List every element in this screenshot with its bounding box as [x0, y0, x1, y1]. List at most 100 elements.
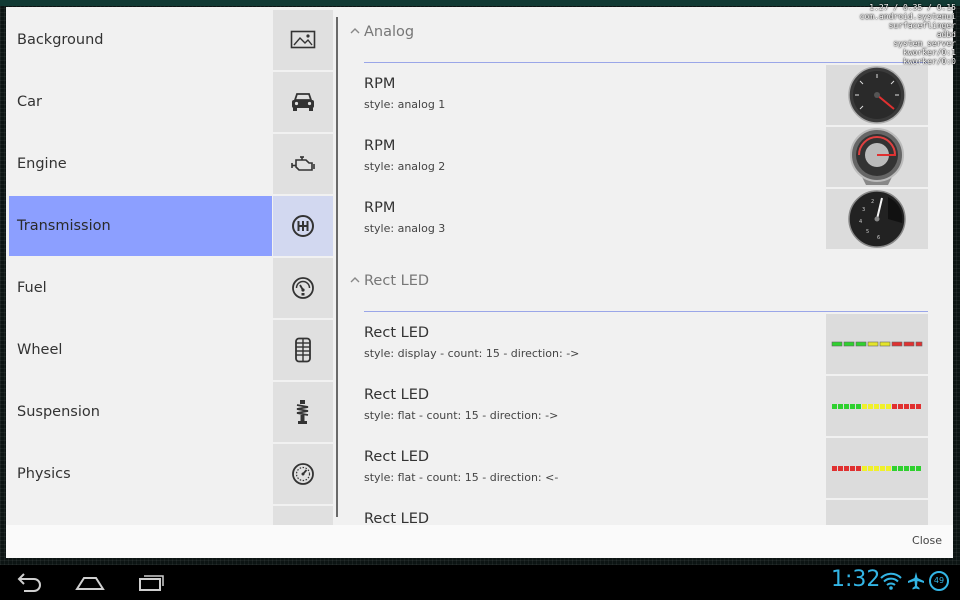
widget-preview [826, 500, 928, 525]
widget-preview: 432 5 6 [826, 189, 928, 249]
widget-picker-dialog: Background Car Engine Transmission Fuel … [6, 7, 953, 558]
category-icon-button[interactable] [273, 134, 333, 194]
overlay-line: kworker/0:1 [903, 48, 956, 57]
rpm-gauge-icon [850, 128, 904, 185]
svg-text:6: 6 [877, 235, 880, 241]
overlay-line: com.android.systemui [859, 12, 956, 21]
battery-level: 49 [933, 576, 945, 585]
status-clock: 1:32 [831, 567, 881, 592]
widget-preview [826, 65, 928, 125]
category-fuel[interactable]: Fuel [9, 258, 337, 318]
svg-text:5: 5 [866, 229, 869, 235]
pane-divider [336, 17, 338, 517]
category-label: Engine [9, 134, 272, 194]
fuel-gauge-icon [292, 277, 314, 299]
overlay-line: adbd [936, 30, 956, 39]
overlay-line: surfaceflinger [888, 21, 956, 30]
close-button[interactable]: Close [912, 534, 942, 547]
widget-item-rect-led-display[interactable]: Rect LED style: display - count: 15 - di… [346, 314, 928, 374]
widget-subtitle: style: analog 3 [364, 222, 446, 235]
widget-item-rpm-analog-1[interactable]: RPM style: analog 1 [346, 65, 928, 125]
category-suspension[interactable]: Suspension [9, 382, 337, 442]
category-icon-button[interactable] [273, 506, 333, 525]
chevron-up-icon [350, 277, 360, 283]
category-icon-button[interactable] [273, 320, 333, 380]
widget-subtitle: style: analog 1 [364, 98, 446, 111]
svg-text:3: 3 [862, 207, 865, 213]
car-icon [292, 93, 314, 111]
status-bar [0, 0, 960, 6]
widget-item-rect-led-partial[interactable]: Rect LED [346, 500, 928, 525]
gearshift-icon [292, 215, 314, 237]
section-header-rect-led[interactable]: Rect LED [346, 256, 928, 312]
widget-item-rect-led-flat-forward[interactable]: Rect LED style: flat - count: 15 - direc… [346, 376, 928, 436]
widget-list[interactable]: Analog RPM style: analog 1 RPM style: an… [346, 7, 941, 525]
overlay-line: system_server [893, 39, 956, 48]
category-icon-button[interactable] [273, 444, 333, 504]
section-divider [364, 311, 928, 312]
wifi-icon [880, 572, 902, 590]
category-label: Transmission [9, 196, 272, 256]
overlay-line: kworker/0:0 [903, 57, 956, 66]
widget-subtitle: style: analog 2 [364, 160, 446, 173]
widget-item-rpm-analog-2[interactable]: RPM style: analog 2 [346, 127, 928, 187]
widget-preview [826, 314, 928, 374]
home-icon[interactable] [74, 571, 106, 593]
category-label: Wheel [9, 320, 272, 380]
airplane-mode-icon [908, 572, 924, 590]
section-title: Analog [364, 24, 415, 40]
widget-title: Rect LED [364, 387, 430, 403]
speedometer-icon [292, 463, 314, 485]
category-car[interactable]: Car [9, 72, 337, 132]
category-icon-button[interactable] [273, 382, 333, 442]
widget-title: Rect LED [364, 325, 430, 341]
back-icon[interactable] [14, 571, 44, 593]
dialog-footer: Close [6, 525, 953, 558]
rpm-gauge-icon [848, 66, 906, 124]
rpm-gauge-icon: 432 5 6 [848, 190, 906, 248]
led-bar-icon [832, 466, 921, 471]
category-icon-button[interactable] [273, 258, 333, 318]
category-label: Background [9, 10, 272, 70]
category-physics[interactable]: Physics [9, 444, 337, 504]
category-wheel[interactable]: Wheel [9, 320, 337, 380]
image-icon [290, 30, 316, 49]
widget-title: Rect LED [364, 511, 430, 525]
widget-title: RPM [364, 138, 396, 154]
recent-apps-icon[interactable] [136, 571, 166, 593]
chevron-up-icon [350, 28, 360, 34]
widget-title: RPM [364, 200, 396, 216]
section-header-analog[interactable]: Analog [346, 7, 928, 63]
svg-text:2: 2 [871, 199, 874, 205]
widget-preview [826, 438, 928, 498]
overlay-line: 1.27 / 0.35 / 0.15 [869, 3, 956, 12]
category-icon-button[interactable] [273, 10, 333, 70]
cpu-usage-overlay: 1.27 / 0.35 / 0.15 com.android.systemui … [860, 3, 956, 66]
led-bar-icon [831, 341, 923, 347]
led-bar-icon [832, 404, 921, 409]
battery-icon: 49 [929, 571, 949, 591]
widget-subtitle: style: display - count: 15 - direction: … [364, 347, 580, 360]
svg-text:4: 4 [859, 219, 862, 225]
widget-title: Rect LED [364, 449, 430, 465]
navigation-bar: 1:32 49 [0, 565, 960, 600]
widget-item-rect-led-flat-reverse[interactable]: Rect LED style: flat - count: 15 - direc… [346, 438, 928, 498]
tire-icon [295, 337, 311, 363]
category-list[interactable]: Background Car Engine Transmission Fuel … [9, 10, 337, 525]
widget-item-rpm-analog-3[interactable]: RPM style: analog 3 432 5 6 [346, 189, 928, 249]
widget-subtitle: style: flat - count: 15 - direction: -> [364, 409, 559, 422]
category-label: Car [9, 72, 272, 132]
category-engine[interactable]: Engine [9, 134, 337, 194]
category-icon-button[interactable] [273, 196, 333, 256]
category-transmission[interactable]: Transmission [9, 196, 337, 256]
category-more[interactable] [9, 506, 337, 525]
widget-preview [826, 376, 928, 436]
suspension-icon [296, 400, 309, 424]
category-background[interactable]: Background [9, 10, 337, 70]
category-label: Fuel [9, 258, 272, 318]
category-label: Physics [9, 444, 272, 504]
category-label: Suspension [9, 382, 272, 442]
category-label [9, 506, 272, 525]
widget-title: RPM [364, 76, 396, 92]
category-icon-button[interactable] [273, 72, 333, 132]
